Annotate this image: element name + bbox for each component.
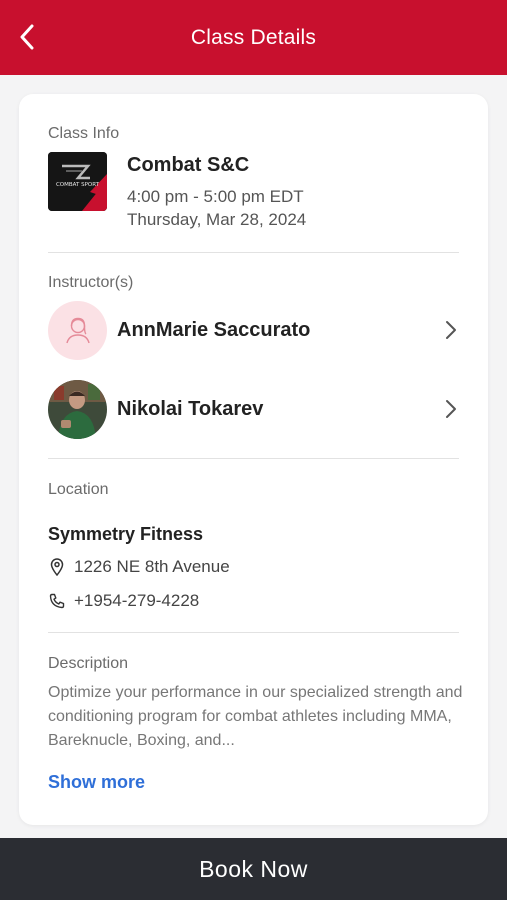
class-date: Thursday, Mar 28, 2024 bbox=[127, 210, 307, 229]
book-now-button[interactable]: Book Now bbox=[0, 838, 507, 900]
location-label: Location bbox=[48, 481, 109, 498]
instructor-row[interactable]: AnnMarie Saccurato bbox=[48, 300, 459, 360]
divider bbox=[48, 252, 459, 253]
location-name: Symmetry Fitness bbox=[48, 524, 204, 544]
divider bbox=[48, 458, 459, 459]
book-now-label: Book Now bbox=[199, 855, 308, 882]
class-info-label: Class Info bbox=[48, 125, 120, 142]
top-app-bar: Class Details bbox=[0, 0, 507, 75]
divider bbox=[48, 632, 459, 633]
instructor-name: AnnMarie Saccurato bbox=[117, 318, 311, 341]
instructor-name: Nikolai Tokarev bbox=[117, 397, 264, 420]
class-time: 4:00 pm - 5:00 pm EDT bbox=[127, 187, 304, 206]
class-name: Combat S&C bbox=[127, 154, 250, 176]
phone-icon bbox=[48, 592, 66, 610]
description-label: Description bbox=[48, 655, 129, 672]
page-title: Class Details bbox=[190, 25, 317, 49]
instructor-photo bbox=[48, 379, 107, 439]
placeholder-avatar-icon bbox=[48, 300, 107, 360]
location-phone[interactable]: +1954-279-4228 bbox=[74, 591, 199, 611]
back-button[interactable] bbox=[12, 22, 42, 52]
show-more-link[interactable]: Show more bbox=[48, 772, 145, 793]
map-pin-icon bbox=[48, 558, 66, 576]
chevron-right-icon bbox=[443, 318, 459, 342]
instructor-row[interactable]: Nikolai Tokarev bbox=[48, 379, 459, 439]
description-text: Optimize your performance in our special… bbox=[48, 684, 463, 749]
chevron-left-icon bbox=[20, 24, 34, 50]
location-address: 1226 NE 8th Avenue bbox=[74, 557, 230, 576]
phone-row[interactable]: +1954-279-4228 bbox=[48, 591, 199, 611]
chevron-right-icon bbox=[443, 397, 459, 421]
address-row: 1226 NE 8th Avenue bbox=[48, 557, 230, 577]
thumbnail-caption: COMBAT SPORT bbox=[56, 182, 100, 188]
class-details-card: Class Info COMBAT SPORT Combat S&C 4:00 … bbox=[19, 94, 488, 825]
class-thumbnail: COMBAT SPORT bbox=[48, 152, 107, 211]
instructors-label: Instructor(s) bbox=[48, 274, 134, 291]
